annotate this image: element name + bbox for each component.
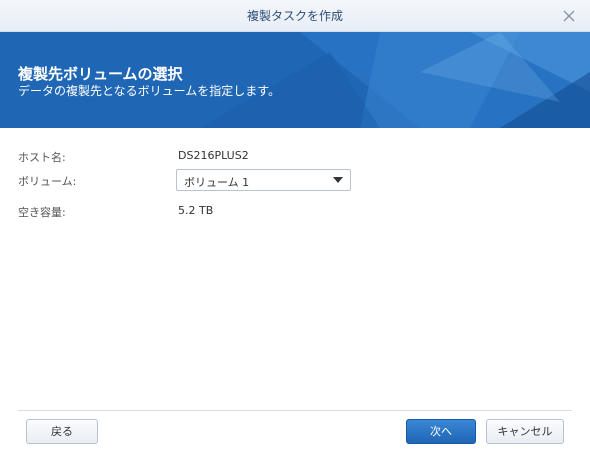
volume-label: ボリューム:	[18, 175, 77, 188]
host-value: DS216PLUS2	[178, 149, 249, 162]
dialog-title: 複製タスクを作成	[246, 9, 343, 23]
banner-heading: 複製先ボリュームの選択	[18, 65, 183, 83]
back-button[interactable]: 戻る	[26, 419, 98, 444]
free-space-label: 空き容量:	[18, 206, 66, 219]
volume-select-value: ボリューム 1	[184, 176, 250, 189]
footer-divider	[18, 410, 572, 411]
next-button[interactable]: 次へ	[406, 419, 476, 444]
cancel-button[interactable]: キャンセル	[486, 419, 564, 444]
free-space-row: 空き容量: 5.2 TB	[0, 200, 590, 224]
host-row: ホスト名: DS216PLUS2	[0, 145, 590, 169]
free-space-value: 5.2 TB	[178, 204, 214, 217]
host-label: ホスト名:	[18, 151, 66, 164]
wizard-banner: 複製先ボリュームの選択 データの複製先となるボリュームを指定します。	[0, 32, 590, 128]
volume-select[interactable]: ボリューム 1	[176, 169, 351, 191]
banner-subheading: データの複製先となるボリュームを指定します。	[18, 84, 281, 98]
dialog-titlebar: 複製タスクを作成	[0, 0, 590, 32]
close-icon[interactable]	[560, 7, 578, 25]
chevron-down-icon	[333, 177, 343, 183]
